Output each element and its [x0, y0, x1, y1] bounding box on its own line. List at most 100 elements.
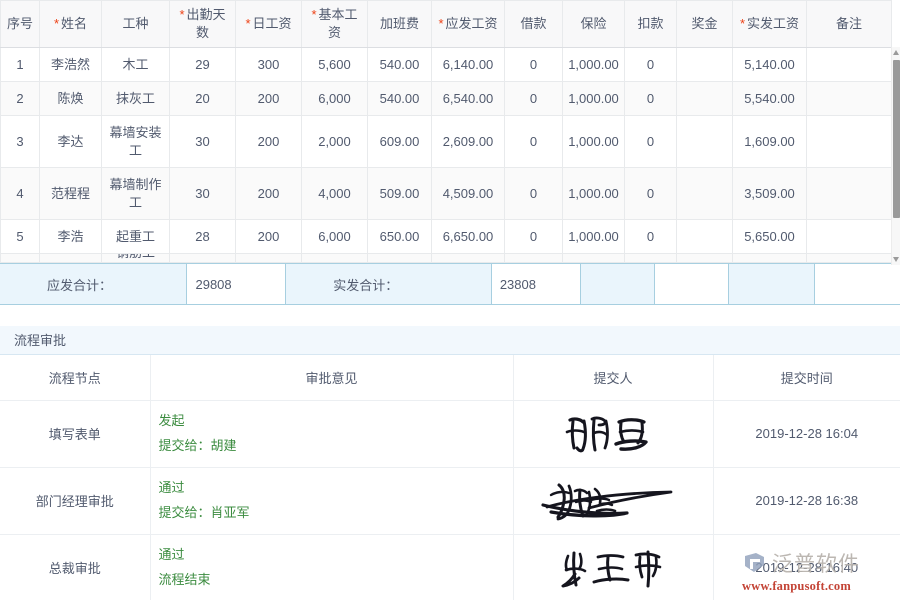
cell-bonus[interactable] [677, 82, 733, 116]
cell-name[interactable]: 陈焕 [40, 82, 102, 116]
cell-loan[interactable]: 0 [505, 168, 563, 220]
cell-daily[interactable]: 200 [236, 220, 302, 254]
scroll-up-arrow-icon[interactable] [893, 50, 899, 55]
cell-insurance[interactable]: 1,000.00 [563, 48, 625, 82]
cell-days[interactable]: 30 [170, 168, 236, 220]
col-header-gross[interactable]: *应发工资 [432, 1, 505, 48]
cell-base[interactable]: 6,000 [302, 82, 368, 116]
table-row[interactable]: 1 李浩然 木工 29 300 5,600 540.00 6,140.00 0 … [1, 48, 892, 82]
cell-days[interactable]: 29 [170, 48, 236, 82]
table-row-clipped[interactable]: 钢筋工 [1, 254, 892, 263]
cell-type[interactable]: 抹灰工 [102, 82, 170, 116]
col-header-base[interactable]: *基本工资 [302, 1, 368, 48]
table-row[interactable]: 5 李浩 起重工 28 200 6,000 650.00 6,650.00 0 … [1, 220, 892, 254]
cell-net[interactable]: 1,609.00 [733, 116, 807, 168]
cell-name[interactable]: 范程程 [40, 168, 102, 220]
cell-gross[interactable]: 4,509.00 [432, 168, 505, 220]
cell-net[interactable]: 5,140.00 [733, 48, 807, 82]
net-total-field[interactable]: 23808 [492, 264, 581, 304]
cell-loan[interactable] [505, 254, 563, 263]
cell-days[interactable]: 20 [170, 82, 236, 116]
col-header-name[interactable]: *姓名 [40, 1, 102, 48]
col-header-overtime[interactable]: 加班费 [368, 1, 432, 48]
cell-overtime[interactable] [368, 254, 432, 263]
cell-gross[interactable]: 6,140.00 [432, 48, 505, 82]
cell-bonus[interactable] [677, 254, 733, 263]
cell-memo[interactable] [807, 116, 892, 168]
cell-base[interactable]: 2,000 [302, 116, 368, 168]
table-row[interactable]: 4 范程程 幕墙制作工 30 200 4,000 509.00 4,509.00… [1, 168, 892, 220]
cell-insurance[interactable]: 1,000.00 [563, 220, 625, 254]
scroll-down-arrow-icon[interactable] [893, 257, 899, 262]
cell-insurance[interactable]: 1,000.00 [563, 168, 625, 220]
cell-insurance[interactable] [563, 254, 625, 263]
cell-overtime[interactable]: 609.00 [368, 116, 432, 168]
cell-name[interactable]: 李浩然 [40, 48, 102, 82]
cell-overtime[interactable]: 540.00 [368, 82, 432, 116]
cell-net[interactable] [733, 254, 807, 263]
cell-bonus[interactable] [677, 48, 733, 82]
cell-days[interactable]: 28 [170, 220, 236, 254]
cell-bonus[interactable] [677, 220, 733, 254]
gross-total-field[interactable]: 29808 [187, 264, 286, 304]
scrollbar-thumb[interactable] [893, 60, 900, 218]
cell-daily[interactable]: 200 [236, 116, 302, 168]
cell-gross[interactable]: 6,540.00 [432, 82, 505, 116]
col-header-type[interactable]: 工种 [102, 1, 170, 48]
cell-gross[interactable] [432, 254, 505, 263]
cell-days[interactable]: 30 [170, 116, 236, 168]
cell-loan[interactable]: 0 [505, 82, 563, 116]
cell-loan[interactable]: 0 [505, 220, 563, 254]
cell-memo[interactable] [807, 254, 892, 263]
col-header-daily[interactable]: *日工资 [236, 1, 302, 48]
cell-gross[interactable]: 2,609.00 [432, 116, 505, 168]
cell-base[interactable]: 5,600 [302, 48, 368, 82]
col-header-days[interactable]: *出勤天数 [170, 1, 236, 48]
cell-deduction[interactable] [625, 254, 677, 263]
cell-memo[interactable] [807, 220, 892, 254]
cell-net[interactable]: 5,540.00 [733, 82, 807, 116]
col-header-insurance[interactable]: 保险 [563, 1, 625, 48]
cell-memo[interactable] [807, 82, 892, 116]
cell-memo[interactable] [807, 48, 892, 82]
cell-memo[interactable] [807, 168, 892, 220]
cell-insurance[interactable]: 1,000.00 [563, 82, 625, 116]
cell-name[interactable]: 李达 [40, 116, 102, 168]
cell-loan[interactable]: 0 [505, 116, 563, 168]
cell-overtime[interactable]: 650.00 [368, 220, 432, 254]
cell-insurance[interactable]: 1,000.00 [563, 116, 625, 168]
grid-vertical-scrollbar[interactable] [891, 47, 900, 265]
cell-bonus[interactable] [677, 168, 733, 220]
table-row[interactable]: 2 陈焕 抹灰工 20 200 6,000 540.00 6,540.00 0 … [1, 82, 892, 116]
cell-name[interactable] [40, 254, 102, 263]
cell-deduction[interactable]: 0 [625, 116, 677, 168]
cell-gross[interactable]: 6,650.00 [432, 220, 505, 254]
col-header-idx[interactable]: 序号 [1, 1, 40, 48]
cell-type[interactable]: 木工 [102, 48, 170, 82]
cell-base[interactable] [302, 254, 368, 263]
cell-daily[interactable]: 200 [236, 82, 302, 116]
cell-type[interactable]: 幕墙制作工 [102, 168, 170, 220]
col-header-bonus[interactable]: 奖金 [677, 1, 733, 48]
cell-overtime[interactable]: 540.00 [368, 48, 432, 82]
table-row[interactable]: 3 李达 幕墙安装工 30 200 2,000 609.00 2,609.00 … [1, 116, 892, 168]
cell-type[interactable]: 钢筋工 [102, 254, 170, 263]
cell-deduction[interactable]: 0 [625, 220, 677, 254]
cell-base[interactable]: 4,000 [302, 168, 368, 220]
cell-base[interactable]: 6,000 [302, 220, 368, 254]
cell-deduction[interactable]: 0 [625, 168, 677, 220]
cell-daily[interactable]: 300 [236, 48, 302, 82]
cell-name[interactable]: 李浩 [40, 220, 102, 254]
cell-overtime[interactable]: 509.00 [368, 168, 432, 220]
cell-type[interactable]: 起重工 [102, 220, 170, 254]
cell-net[interactable]: 5,650.00 [733, 220, 807, 254]
col-header-deduction[interactable]: 扣款 [625, 1, 677, 48]
col-header-memo[interactable]: 备注 [807, 1, 892, 48]
cell-loan[interactable]: 0 [505, 48, 563, 82]
cell-daily[interactable] [236, 254, 302, 263]
cell-daily[interactable]: 200 [236, 168, 302, 220]
cell-type[interactable]: 幕墙安装工 [102, 116, 170, 168]
cell-days[interactable] [170, 254, 236, 263]
cell-net[interactable]: 3,509.00 [733, 168, 807, 220]
cell-deduction[interactable]: 0 [625, 82, 677, 116]
